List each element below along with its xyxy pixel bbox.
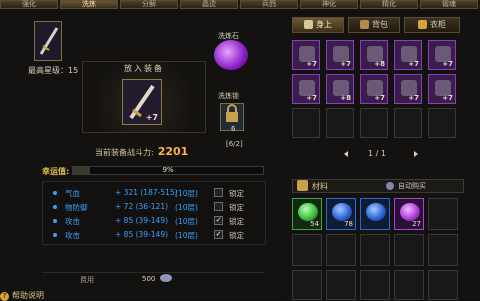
material-empty-slot[interactable] [428,270,458,300]
inventory-item[interactable]: +7 [292,40,320,70]
inventory-item[interactable]: +8 [360,40,388,70]
fee-label: 费用 [80,276,94,284]
green-stone-icon [298,203,318,221]
material-empty-slot[interactable] [292,270,322,300]
inventory-empty-slot[interactable] [360,108,388,138]
bullet-icon [53,205,57,209]
lock-checkbox[interactable]: ✓ [214,230,223,239]
inventory-item[interactable]: +7 [326,40,354,70]
plus-level: +7 [145,113,158,122]
material-empty-slot[interactable] [360,234,390,266]
wash-lock-count: 6 [231,125,236,133]
tab-wash[interactable]: 洗炼 [60,0,118,9]
blue-stone-icon [366,203,386,221]
tab-crystal[interactable]: 晶烫 [180,0,238,9]
top-tab-bar: 强化 洗炼 分解 晶烫 兵鸽 神化 精化 锻魂 [0,0,480,9]
material-slot[interactable]: 54 [292,198,322,230]
inventory-item[interactable]: +7 [394,40,422,70]
material-empty-slot[interactable] [428,234,458,266]
inventory-item[interactable]: +7 [428,40,456,70]
inventory-empty-slot[interactable] [428,108,456,138]
material-slot[interactable] [360,198,390,230]
tab-soul-forge[interactable]: 锻魂 [420,0,478,9]
inventory-item[interactable]: +7 [292,74,320,104]
wash-stone-icon[interactable] [214,40,248,70]
luck-progress-bar: 9% [72,166,264,175]
lock-checkbox[interactable] [214,188,223,197]
blue-stone-icon [332,203,352,221]
lock-checkbox[interactable] [214,202,223,211]
equipment-slot-title: 放入装备 [124,64,164,73]
lock-icon [226,104,238,122]
attribute-row: 攻击 + 85 (39-149) (10层) ✓ 锁定 [43,230,265,242]
combat-power-value: 2201 [157,145,189,158]
purple-stone-icon [400,203,420,221]
wardrobe-icon [418,20,427,29]
inventory-empty-slot[interactable] [326,108,354,138]
inventory-empty-slot[interactable] [394,108,422,138]
tab-equipped[interactable]: 身上 [292,17,344,33]
lock-checkbox[interactable]: ✓ [214,216,223,225]
wash-lock-label: 洗炼锁 [218,92,239,100]
inventory-item[interactable]: +7 [428,74,456,104]
equipment-slot[interactable]: +7 [122,79,162,125]
tab-weapon-forge[interactable]: 兵鸽 [240,0,298,9]
max-star-level: 最高星级：15 [28,66,79,75]
bag-icon [360,20,369,29]
sword-icon [39,27,59,55]
material-slot[interactable]: 27 [394,198,424,230]
prev-page-arrow[interactable] [344,151,348,157]
luck-progress-text: 9% [162,166,174,174]
help-link[interactable]: ? 帮助说明 [0,290,44,301]
material-empty-slot[interactable] [394,270,424,300]
material-empty-slot[interactable] [326,270,356,300]
materials-label: 材料 [312,182,328,191]
tab-wardrobe[interactable]: 衣柜 [404,17,460,33]
tab-refine[interactable]: 精化 [360,0,418,9]
materials-icon [297,180,308,191]
tab-backpack[interactable]: 背包 [348,17,400,33]
fee-value: 500 [142,275,156,283]
tab-decompose[interactable]: 分解 [120,0,178,9]
inventory-empty-slot[interactable] [292,108,320,138]
luck-label: 幸运值: [42,167,70,176]
attribute-row: 物防御 + 72 (36-121) (10层) 锁定 [43,202,265,214]
combat-power: 当前装备战斗力: 2201 [95,145,189,158]
attribute-row: 气血 + 321 (187-515) (10层) 锁定 [43,188,265,200]
auto-buy-label: 自动购买 [398,182,426,190]
bullet-icon [53,233,57,237]
tab-divine[interactable]: 神化 [300,0,358,9]
silver-coin-icon [160,274,172,282]
armor-icon [304,20,313,29]
inventory-item[interactable]: +8 [326,74,354,104]
material-empty-slot[interactable] [394,234,424,266]
inventory-item[interactable]: +7 [360,74,388,104]
next-page-arrow[interactable] [414,151,418,157]
wash-lock-ratio: [6/2] [226,140,243,148]
attribute-row: 攻击 + 85 (39-149) (10层) ✓ 锁定 [43,216,265,228]
material-empty-slot[interactable] [292,234,322,266]
bullet-icon [53,219,57,223]
material-empty-slot[interactable] [428,198,458,230]
auto-buy-toggle[interactable] [386,182,394,190]
page-indicator: 1 / 1 [368,149,386,158]
bullet-icon [53,191,57,195]
tab-strengthen[interactable]: 强化 [0,0,58,9]
material-empty-slot[interactable] [360,270,390,300]
equipment-preview-slot[interactable] [34,21,62,61]
material-slot[interactable]: 78 [326,198,356,230]
material-empty-slot[interactable] [326,234,356,266]
inventory-item[interactable]: +7 [394,74,422,104]
attribute-list: 气血 + 321 (187-515) (10层) 锁定 物防御 + 72 (36… [42,181,266,245]
